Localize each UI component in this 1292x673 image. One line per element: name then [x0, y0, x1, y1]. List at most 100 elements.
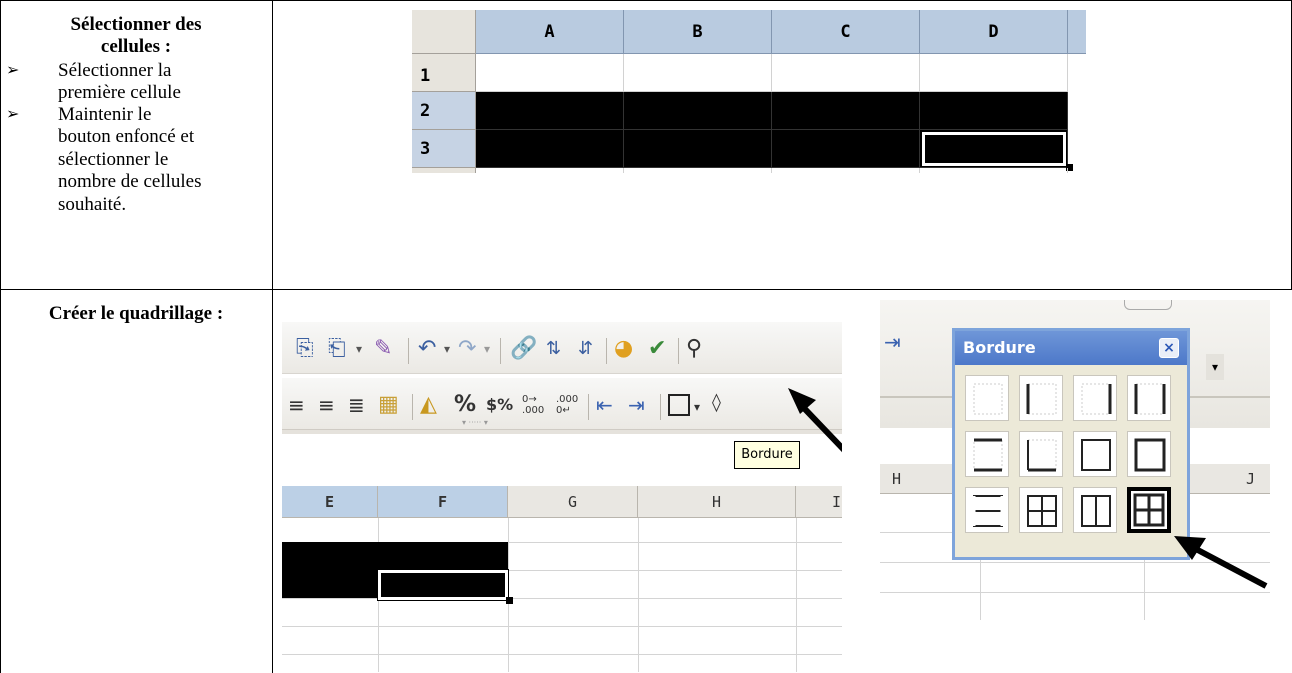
- paste-icon[interactable]: ⎗: [328, 336, 346, 362]
- section-title-grid: Créer le quadrillage :: [48, 303, 224, 324]
- spreadsheet-selection-screenshot: A B C D 1 2 3 4: [412, 10, 1086, 173]
- table-row-divider: [0, 289, 1292, 290]
- spellcheck-icon[interactable]: ✔: [648, 336, 666, 362]
- chevron-down-icon[interactable]: ▾: [444, 336, 450, 362]
- column-header: D: [920, 10, 1068, 54]
- section-title-select: Sélectionner des cellules :: [70, 14, 202, 57]
- column-header: G: [508, 486, 638, 518]
- column-header: I: [796, 486, 842, 518]
- border-right-button[interactable]: [1073, 375, 1117, 421]
- row-header: 1: [412, 54, 476, 92]
- chevron-down-icon[interactable]: ▾: [356, 336, 362, 362]
- hyperlink-icon[interactable]: 🔗: [510, 336, 537, 362]
- selected-cell[interactable]: [920, 92, 1068, 130]
- border-none-button[interactable]: [965, 375, 1009, 421]
- find-icon[interactable]: ⚲: [686, 336, 702, 362]
- column-header: J: [1246, 470, 1256, 488]
- cell[interactable]: [624, 54, 772, 92]
- border-box-button[interactable]: [1127, 431, 1171, 477]
- merge-cells-icon[interactable]: ▦: [378, 392, 399, 418]
- chevron-down-icon[interactable]: ▾: [1206, 354, 1224, 380]
- redo-icon[interactable]: ↷: [458, 336, 476, 362]
- border-box-thin-button[interactable]: [1073, 431, 1117, 477]
- bordure-popup: Bordure ×: [952, 328, 1190, 560]
- selected-cell[interactable]: [476, 92, 624, 130]
- bullet-line: nombre de cellules: [58, 171, 202, 192]
- chevron-down-icon[interactable]: ▾: [484, 336, 490, 362]
- selected-range[interactable]: [282, 570, 378, 598]
- align-right-icon[interactable]: ≡: [318, 392, 335, 418]
- sheet-corner: [412, 10, 476, 54]
- increase-indent-icon[interactable]: ⇥: [884, 330, 901, 354]
- selected-cell[interactable]: [624, 130, 772, 168]
- cell[interactable]: [920, 54, 1068, 92]
- undo-icon[interactable]: ↶: [418, 336, 436, 362]
- chevron-down-icon[interactable]: ▾: [694, 394, 700, 420]
- border-left-button[interactable]: [1019, 375, 1063, 421]
- selected-cell[interactable]: [772, 92, 920, 130]
- border-inner-outer-button[interactable]: [1019, 487, 1063, 533]
- cell[interactable]: [476, 54, 624, 92]
- selected-cell[interactable]: [624, 92, 772, 130]
- border-bottom-button[interactable]: [1019, 431, 1063, 477]
- column-header-partial: [1068, 10, 1086, 54]
- toolbar-separator: [606, 338, 607, 364]
- background-color-icon[interactable]: ◊: [712, 390, 721, 416]
- sort-descending-icon[interactable]: ⇵: [578, 336, 593, 362]
- currency-icon[interactable]: ◭: [420, 392, 437, 418]
- cell[interactable]: [920, 168, 1068, 173]
- close-icon[interactable]: ×: [1159, 338, 1179, 358]
- clone-format-icon[interactable]: ✎: [374, 336, 392, 362]
- toolbar-separator: [500, 338, 501, 364]
- align-center-icon[interactable]: ≡: [288, 392, 305, 418]
- active-cell[interactable]: [920, 130, 1068, 168]
- border-left-right-button[interactable]: [1127, 375, 1171, 421]
- border-horizontal-button[interactable]: [965, 487, 1009, 533]
- increase-indent-icon[interactable]: ⇥: [628, 392, 645, 418]
- border-all-button[interactable]: [1127, 487, 1171, 533]
- add-decimal-icon[interactable]: 0→ .000: [522, 394, 544, 416]
- justify-icon[interactable]: ≣: [348, 392, 365, 418]
- copy-icon[interactable]: ⎘: [296, 336, 314, 362]
- column-header: E: [282, 486, 378, 518]
- border-top-bottom-button[interactable]: [965, 431, 1009, 477]
- bullet-line: souhaité.: [58, 194, 127, 215]
- grid-line: [282, 598, 842, 599]
- grid-line: [282, 626, 842, 627]
- border-button[interactable]: [668, 394, 690, 416]
- column-header: H: [892, 470, 902, 488]
- cell[interactable]: [624, 168, 772, 173]
- active-cell[interactable]: [377, 569, 509, 601]
- column-header: B: [624, 10, 772, 54]
- toolbar-separator: [660, 394, 661, 420]
- pointer-arrow-icon: [788, 388, 842, 453]
- arrow-bullet-icon: ➢: [6, 106, 20, 123]
- toolbar-strip: [282, 430, 842, 434]
- table-border-top: [0, 0, 1292, 1]
- delete-decimal-icon[interactable]: .000 0↵: [556, 394, 578, 416]
- arrow-bullet-icon: ➢: [6, 62, 20, 79]
- border-popup-screenshot: ⇥ ▾ H J Bordure ×: [880, 300, 1270, 620]
- selected-range[interactable]: [282, 542, 508, 570]
- table-border-mid: [272, 0, 273, 673]
- column-header: H: [638, 486, 796, 518]
- fill-handle[interactable]: [506, 597, 513, 604]
- bullet-line: Sélectionner la: [58, 60, 172, 81]
- row-header: 3: [412, 130, 476, 168]
- decrease-indent-icon[interactable]: ⇤: [596, 392, 613, 418]
- cell[interactable]: [476, 168, 624, 173]
- grid-line: [282, 654, 842, 655]
- cell[interactable]: [772, 168, 920, 173]
- sort-ascending-icon[interactable]: ⇅: [546, 336, 561, 362]
- column-header: A: [476, 10, 624, 54]
- border-vertical-button[interactable]: [1073, 487, 1117, 533]
- toolbar-screenshot: ⎘ ⎗ ▾ ✎ ↶ ▾ ↷ ▾ 🔗 ⇅ ⇵ ◕ ✔ ⚲ ≡ ≡ ≣ ▦ ◭ % …: [282, 300, 842, 672]
- number-format-icon[interactable]: $%: [486, 392, 513, 418]
- chart-icon[interactable]: ◕: [614, 336, 633, 362]
- percent-icon[interactable]: %: [454, 392, 476, 418]
- selected-cell[interactable]: [772, 130, 920, 168]
- selected-cell[interactable]: [476, 130, 624, 168]
- cell[interactable]: [772, 54, 920, 92]
- bullet-line: Maintenir le: [58, 104, 152, 125]
- popup-title: Bordure: [955, 331, 1187, 365]
